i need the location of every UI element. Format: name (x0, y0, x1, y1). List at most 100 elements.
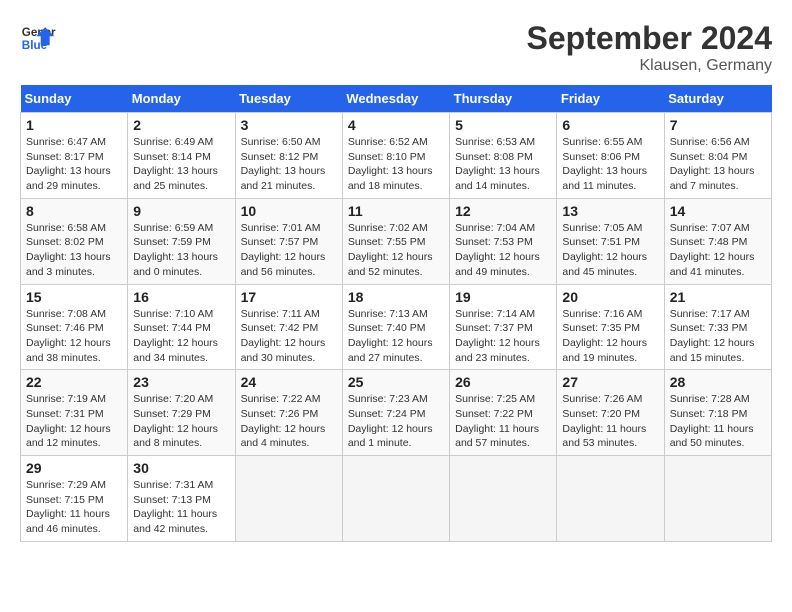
calendar-week-row: 8 Sunrise: 6:58 AM Sunset: 8:02 PM Dayli… (21, 198, 772, 284)
empty-cell (235, 456, 342, 542)
weekday-header-monday: Monday (128, 85, 235, 113)
day-info: Sunrise: 7:26 AM Sunset: 7:20 PM Dayligh… (562, 392, 658, 451)
day-number: 28 (670, 374, 766, 390)
day-number: 4 (348, 117, 444, 133)
day-info: Sunrise: 6:55 AM Sunset: 8:06 PM Dayligh… (562, 135, 658, 194)
calendar-week-row: 15 Sunrise: 7:08 AM Sunset: 7:46 PM Dayl… (21, 284, 772, 370)
day-cell: 1 Sunrise: 6:47 AM Sunset: 8:17 PM Dayli… (21, 113, 128, 199)
calendar-week-row: 1 Sunrise: 6:47 AM Sunset: 8:17 PM Dayli… (21, 113, 772, 199)
day-number: 21 (670, 289, 766, 305)
day-number: 22 (26, 374, 122, 390)
day-number: 25 (348, 374, 444, 390)
weekday-header-row: SundayMondayTuesdayWednesdayThursdayFrid… (21, 85, 772, 113)
day-info: Sunrise: 7:29 AM Sunset: 7:15 PM Dayligh… (26, 478, 122, 537)
day-cell: 17 Sunrise: 7:11 AM Sunset: 7:42 PM Dayl… (235, 284, 342, 370)
day-cell: 27 Sunrise: 7:26 AM Sunset: 7:20 PM Dayl… (557, 370, 664, 456)
weekday-header-tuesday: Tuesday (235, 85, 342, 113)
day-cell: 10 Sunrise: 7:01 AM Sunset: 7:57 PM Dayl… (235, 198, 342, 284)
day-info: Sunrise: 7:08 AM Sunset: 7:46 PM Dayligh… (26, 307, 122, 366)
day-number: 19 (455, 289, 551, 305)
day-cell: 9 Sunrise: 6:59 AM Sunset: 7:59 PM Dayli… (128, 198, 235, 284)
day-number: 6 (562, 117, 658, 133)
day-cell: 20 Sunrise: 7:16 AM Sunset: 7:35 PM Dayl… (557, 284, 664, 370)
day-info: Sunrise: 7:31 AM Sunset: 7:13 PM Dayligh… (133, 478, 229, 537)
day-cell: 22 Sunrise: 7:19 AM Sunset: 7:31 PM Dayl… (21, 370, 128, 456)
day-info: Sunrise: 7:11 AM Sunset: 7:42 PM Dayligh… (241, 307, 337, 366)
day-cell: 25 Sunrise: 7:23 AM Sunset: 7:24 PM Dayl… (342, 370, 449, 456)
day-info: Sunrise: 6:52 AM Sunset: 8:10 PM Dayligh… (348, 135, 444, 194)
day-number: 9 (133, 203, 229, 219)
day-number: 1 (26, 117, 122, 133)
day-number: 8 (26, 203, 122, 219)
day-info: Sunrise: 7:22 AM Sunset: 7:26 PM Dayligh… (241, 392, 337, 451)
day-info: Sunrise: 7:14 AM Sunset: 7:37 PM Dayligh… (455, 307, 551, 366)
location-title: Klausen, Germany (527, 57, 772, 75)
day-info: Sunrise: 7:25 AM Sunset: 7:22 PM Dayligh… (455, 392, 551, 451)
day-number: 23 (133, 374, 229, 390)
month-title: September 2024 (527, 20, 772, 57)
day-cell: 13 Sunrise: 7:05 AM Sunset: 7:51 PM Dayl… (557, 198, 664, 284)
day-cell: 4 Sunrise: 6:52 AM Sunset: 8:10 PM Dayli… (342, 113, 449, 199)
day-info: Sunrise: 7:04 AM Sunset: 7:53 PM Dayligh… (455, 221, 551, 280)
day-cell: 7 Sunrise: 6:56 AM Sunset: 8:04 PM Dayli… (664, 113, 771, 199)
day-info: Sunrise: 7:20 AM Sunset: 7:29 PM Dayligh… (133, 392, 229, 451)
day-info: Sunrise: 7:01 AM Sunset: 7:57 PM Dayligh… (241, 221, 337, 280)
day-info: Sunrise: 7:23 AM Sunset: 7:24 PM Dayligh… (348, 392, 444, 451)
day-info: Sunrise: 7:16 AM Sunset: 7:35 PM Dayligh… (562, 307, 658, 366)
calendar-week-row: 29 Sunrise: 7:29 AM Sunset: 7:15 PM Dayl… (21, 456, 772, 542)
day-cell: 28 Sunrise: 7:28 AM Sunset: 7:18 PM Dayl… (664, 370, 771, 456)
day-number: 26 (455, 374, 551, 390)
day-info: Sunrise: 7:07 AM Sunset: 7:48 PM Dayligh… (670, 221, 766, 280)
day-cell: 12 Sunrise: 7:04 AM Sunset: 7:53 PM Dayl… (450, 198, 557, 284)
day-info: Sunrise: 7:02 AM Sunset: 7:55 PM Dayligh… (348, 221, 444, 280)
day-cell: 16 Sunrise: 7:10 AM Sunset: 7:44 PM Dayl… (128, 284, 235, 370)
day-cell: 29 Sunrise: 7:29 AM Sunset: 7:15 PM Dayl… (21, 456, 128, 542)
day-cell: 18 Sunrise: 7:13 AM Sunset: 7:40 PM Dayl… (342, 284, 449, 370)
calendar-table: SundayMondayTuesdayWednesdayThursdayFrid… (20, 85, 772, 542)
day-number: 17 (241, 289, 337, 305)
day-cell: 23 Sunrise: 7:20 AM Sunset: 7:29 PM Dayl… (128, 370, 235, 456)
calendar-week-row: 22 Sunrise: 7:19 AM Sunset: 7:31 PM Dayl… (21, 370, 772, 456)
weekday-header-saturday: Saturday (664, 85, 771, 113)
day-info: Sunrise: 7:19 AM Sunset: 7:31 PM Dayligh… (26, 392, 122, 451)
day-number: 16 (133, 289, 229, 305)
day-number: 30 (133, 460, 229, 476)
day-cell: 15 Sunrise: 7:08 AM Sunset: 7:46 PM Dayl… (21, 284, 128, 370)
day-cell: 5 Sunrise: 6:53 AM Sunset: 8:08 PM Dayli… (450, 113, 557, 199)
day-info: Sunrise: 6:53 AM Sunset: 8:08 PM Dayligh… (455, 135, 551, 194)
svg-text:General: General (22, 26, 56, 39)
day-info: Sunrise: 7:10 AM Sunset: 7:44 PM Dayligh… (133, 307, 229, 366)
day-number: 27 (562, 374, 658, 390)
day-cell: 6 Sunrise: 6:55 AM Sunset: 8:06 PM Dayli… (557, 113, 664, 199)
day-number: 2 (133, 117, 229, 133)
empty-cell (342, 456, 449, 542)
logo: General Blue (20, 20, 56, 56)
day-info: Sunrise: 6:49 AM Sunset: 8:14 PM Dayligh… (133, 135, 229, 194)
day-cell: 3 Sunrise: 6:50 AM Sunset: 8:12 PM Dayli… (235, 113, 342, 199)
empty-cell (557, 456, 664, 542)
day-cell: 24 Sunrise: 7:22 AM Sunset: 7:26 PM Dayl… (235, 370, 342, 456)
day-info: Sunrise: 6:59 AM Sunset: 7:59 PM Dayligh… (133, 221, 229, 280)
day-number: 14 (670, 203, 766, 219)
day-cell: 19 Sunrise: 7:14 AM Sunset: 7:37 PM Dayl… (450, 284, 557, 370)
empty-cell (664, 456, 771, 542)
day-info: Sunrise: 7:28 AM Sunset: 7:18 PM Dayligh… (670, 392, 766, 451)
title-area: September 2024 Klausen, Germany (527, 20, 772, 75)
weekday-header-wednesday: Wednesday (342, 85, 449, 113)
day-cell: 8 Sunrise: 6:58 AM Sunset: 8:02 PM Dayli… (21, 198, 128, 284)
day-cell: 2 Sunrise: 6:49 AM Sunset: 8:14 PM Dayli… (128, 113, 235, 199)
day-number: 3 (241, 117, 337, 133)
day-info: Sunrise: 7:05 AM Sunset: 7:51 PM Dayligh… (562, 221, 658, 280)
empty-cell (450, 456, 557, 542)
day-cell: 21 Sunrise: 7:17 AM Sunset: 7:33 PM Dayl… (664, 284, 771, 370)
weekday-header-friday: Friday (557, 85, 664, 113)
day-info: Sunrise: 6:56 AM Sunset: 8:04 PM Dayligh… (670, 135, 766, 194)
day-number: 10 (241, 203, 337, 219)
weekday-header-sunday: Sunday (21, 85, 128, 113)
day-cell: 26 Sunrise: 7:25 AM Sunset: 7:22 PM Dayl… (450, 370, 557, 456)
day-number: 5 (455, 117, 551, 133)
weekday-header-thursday: Thursday (450, 85, 557, 113)
day-number: 11 (348, 203, 444, 219)
day-cell: 11 Sunrise: 7:02 AM Sunset: 7:55 PM Dayl… (342, 198, 449, 284)
day-info: Sunrise: 6:50 AM Sunset: 8:12 PM Dayligh… (241, 135, 337, 194)
